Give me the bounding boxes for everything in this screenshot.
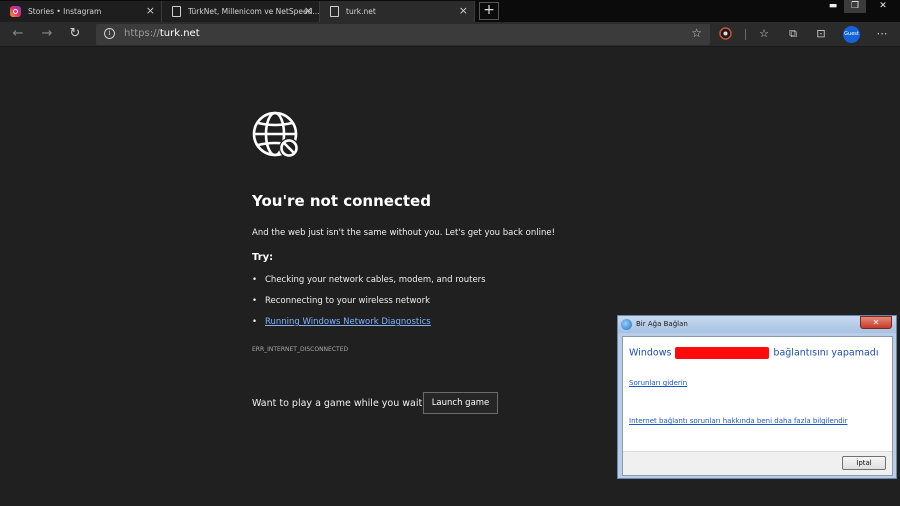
site-info-icon[interactable]: i — [104, 28, 115, 39]
more-menu-icon[interactable]: ⋯ — [875, 27, 889, 41]
redaction-mark — [675, 347, 770, 359]
tab-turknet-active[interactable]: turk.net × — [320, 1, 475, 22]
refresh-icon[interactable]: ↻ — [66, 25, 84, 43]
tab-instagram[interactable]: Stories • Instagram × — [0, 1, 162, 22]
profile-avatar[interactable]: Guest — [843, 26, 860, 43]
tab-label: TürkNet, Millenicom ve NetSpeed... — [188, 7, 319, 16]
toolbar-separator — [745, 29, 746, 40]
back-icon[interactable]: ← — [9, 25, 27, 43]
learn-more-link[interactable]: Internet bağlantı sorunları hakkında ben… — [629, 417, 848, 425]
dialog-body: Windows bağlantısını yapamadı Sorunları g… — [622, 336, 893, 476]
page-icon — [172, 6, 181, 17]
extension-icon[interactable] — [718, 27, 732, 41]
connect-network-dialog: Bir Ağa Bağlan ✕ Windows bağlantısını yap… — [617, 315, 897, 479]
try-label: Try: — [252, 252, 274, 263]
tab-label: turk.net — [346, 7, 376, 16]
new-tab-button[interactable]: + — [479, 2, 499, 20]
dialog-title: Bir Ağa Bağlan — [636, 320, 688, 328]
close-tab-icon[interactable]: × — [304, 4, 313, 17]
minimize-icon[interactable]: ▬ — [822, 0, 844, 13]
favorite-star-icon[interactable]: ☆ — [691, 26, 702, 40]
web-capture-icon[interactable]: ⊡ — [814, 27, 828, 41]
launch-game-button[interactable]: Launch game — [423, 392, 498, 414]
window-controls: ▬ ❐ ✕ — [822, 0, 900, 13]
close-tab-icon[interactable]: × — [146, 4, 155, 17]
network-diagnostics-link[interactable]: Running Windows Network Diagnostics — [265, 317, 431, 327]
network-globe-icon — [621, 319, 632, 330]
list-item: • Running Windows Network Diagnostics — [252, 317, 431, 327]
tab-strip: Stories • Instagram × TürkNet, Millenico… — [0, 0, 900, 22]
url-text: https://turk.net — [124, 28, 200, 39]
dialog-message: Windows bağlantısını yapamadı — [629, 347, 879, 359]
close-tab-icon[interactable]: × — [459, 4, 468, 17]
dialog-close-button[interactable]: ✕ — [860, 316, 892, 329]
address-bar[interactable]: i https://turk.net ☆ — [96, 24, 710, 45]
instagram-icon — [10, 6, 21, 17]
restore-icon[interactable]: ❐ — [844, 0, 866, 13]
lead-text: And the web just isn't the same without … — [252, 228, 555, 238]
cancel-button[interactable]: İptal — [842, 456, 886, 470]
tab-turknet-news[interactable]: TürkNet, Millenicom ve NetSpeed... × — [162, 1, 320, 22]
globe-disconnected-icon — [252, 111, 299, 158]
collections-icon[interactable]: ⧉ — [786, 27, 800, 41]
list-item: • Checking your network cables, modem, an… — [252, 275, 486, 285]
browser-window: Stories • Instagram × TürkNet, Millenico… — [0, 0, 900, 506]
tab-label: Stories • Instagram — [28, 7, 102, 16]
page-title: You're not connected — [252, 192, 431, 210]
close-window-icon[interactable]: ✕ — [866, 0, 900, 13]
browser-toolbar: ← → ↻ i https://turk.net ☆ ☆ ⧉ ⊡ Guest ⋯ — [0, 22, 900, 47]
error-code: ERR_INTERNET_DISCONNECTED — [252, 346, 349, 353]
forward-icon[interactable]: → — [38, 25, 56, 43]
dialog-footer: İptal — [623, 451, 892, 475]
favorites-icon[interactable]: ☆ — [757, 27, 771, 41]
game-prompt: Want to play a game while you wait? — [252, 398, 428, 409]
dialog-titlebar[interactable]: Bir Ağa Bağlan ✕ — [618, 316, 896, 333]
troubleshoot-link[interactable]: Sorunları giderin — [629, 379, 687, 387]
page-icon — [330, 6, 339, 17]
list-item: • Reconnecting to your wireless network — [252, 296, 431, 306]
